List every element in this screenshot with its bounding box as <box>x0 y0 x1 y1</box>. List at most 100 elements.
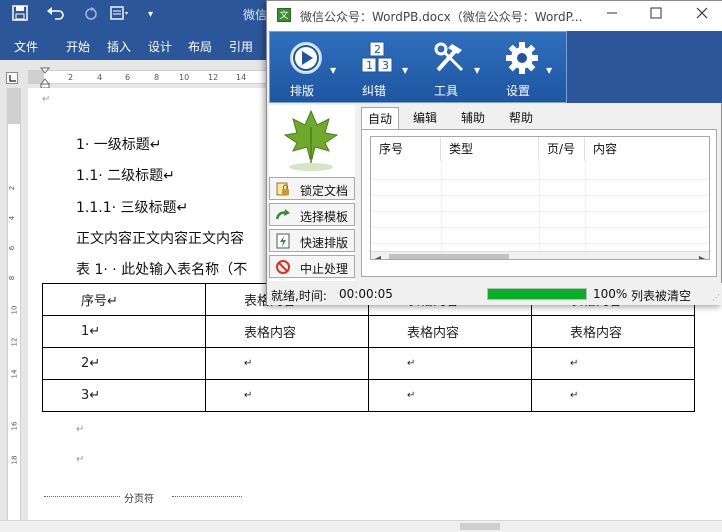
tab-help[interactable]: 帮助 <box>503 107 539 129</box>
stop-processing-button[interactable]: 中止处理 <box>269 255 355 278</box>
result-list[interactable]: 序号 类型 页/号 内容 ◀ ▶ <box>370 136 710 260</box>
tab-references[interactable]: 引用 <box>229 38 253 55</box>
lock-document-button[interactable]: 锁定文档 <box>269 177 355 200</box>
maximize-icon <box>650 7 662 19</box>
table-caption[interactable]: 表 1· · 此处输入表名称（不 <box>76 259 247 279</box>
ruler-tick: 8 <box>8 275 17 281</box>
ruler-tick: 14 <box>10 369 19 379</box>
maple-leaf-logo <box>283 109 339 171</box>
close-button[interactable] <box>687 5 717 27</box>
redo-icon[interactable] <box>84 5 98 25</box>
resize-grip-icon[interactable]: ⋰ <box>712 293 720 302</box>
scroll-right-icon[interactable]: ▶ <box>695 252 709 259</box>
tab-design[interactable]: 设计 <box>148 38 172 55</box>
undo-icon[interactable] <box>46 5 66 25</box>
layout-icon[interactable] <box>110 5 130 25</box>
ruler-tick: 2 <box>8 185 17 191</box>
tab-layout[interactable]: 布局 <box>188 38 212 55</box>
redo-arrow-icon <box>275 209 290 220</box>
wordpb-window: 文 微信公众号：WordPB.docx（微信公众号：WordP... 排版 ▼ … <box>266 0 722 305</box>
tab-selector[interactable] <box>6 72 18 84</box>
table-row: 1↵ 表格内容 表格内容 表格内容 <box>42 315 695 348</box>
column-header-page[interactable]: 页/号 <box>539 137 585 161</box>
paragraph-mark: ↵ <box>42 94 51 105</box>
progress-bar <box>487 288 587 300</box>
vertical-ruler: 2 4 6 8 10 12 14 16 18 <box>0 88 28 520</box>
table-cell[interactable]: ↵ <box>205 379 369 412</box>
ruler-tick: 6 <box>8 245 17 251</box>
svg-text:2: 2 <box>374 43 381 56</box>
tab-file[interactable]: 文件 <box>14 38 38 55</box>
tab-edit[interactable]: 编辑 <box>407 107 443 129</box>
table-cell[interactable]: ↵ <box>531 347 695 380</box>
status-time: 00:00:05 <box>339 287 393 301</box>
table-cell[interactable]: 1↵ <box>42 315 206 348</box>
layout-button[interactable]: 排版 ▼ <box>274 36 338 100</box>
column-header-content[interactable]: 内容 <box>585 137 709 161</box>
word-window-title: 微信 <box>243 8 268 22</box>
ruler-tick: 10 <box>10 305 19 315</box>
table-cell[interactable]: 2↵ <box>42 347 206 380</box>
quick-layout-button[interactable]: 快速排版 <box>269 229 355 252</box>
minimize-icon <box>607 12 617 14</box>
tab-home[interactable]: 开始 <box>66 38 90 55</box>
svg-text:1: 1 <box>366 59 373 72</box>
heading-level-3[interactable]: 1.1.1· 三级标题↵ <box>76 197 188 217</box>
customize-qat-icon[interactable]: ▾ <box>148 5 153 25</box>
settings-button[interactable]: 设置 ▼ <box>490 36 554 100</box>
tab-assist[interactable]: 辅助 <box>455 107 491 129</box>
wordpb-window-title: 微信公众号：WordPB.docx（微信公众号：WordP... <box>300 10 583 24</box>
select-template-button[interactable]: 选择模板 <box>269 203 355 226</box>
tab-auto[interactable]: 自动 <box>361 107 400 131</box>
column-header-index[interactable]: 序号 <box>371 137 441 161</box>
dropdown-arrow-icon[interactable]: ▼ <box>546 66 552 75</box>
tools-button[interactable]: 工具 ▼ <box>418 36 482 100</box>
table-row: 3↵ ↵ ↵ ↵ <box>42 379 695 412</box>
ruler-tick: 6 <box>125 73 131 82</box>
maximize-button[interactable] <box>641 5 671 27</box>
scrollbar-thumb[interactable] <box>389 254 509 259</box>
heading-level-1[interactable]: 1· 一级标题↵ <box>76 134 162 154</box>
ruler-tick: 14 <box>236 73 247 82</box>
table-cell[interactable]: 3↵ <box>42 379 206 412</box>
table-cell[interactable]: ↵ <box>531 379 695 412</box>
tab-insert[interactable]: 插入 <box>107 38 131 55</box>
ruler-tick: 4 <box>8 215 17 221</box>
list-horizontal-scrollbar[interactable]: ◀ ▶ <box>371 251 709 259</box>
dropdown-arrow-icon[interactable]: ▼ <box>402 66 408 75</box>
wordpb-side-panel: 锁定文档 选择模板 快速排版 中止处理 <box>269 105 355 281</box>
dropdown-arrow-icon[interactable]: ▼ <box>330 66 336 75</box>
table-cell[interactable]: ↵ <box>368 347 532 380</box>
ruler-tick: 18 <box>10 455 19 465</box>
table-cell[interactable]: 表格内容 <box>368 315 532 348</box>
table-cell[interactable]: 表格内容 <box>531 315 695 348</box>
table-cell[interactable]: 序号↵ <box>42 283 206 316</box>
svg-text:3: 3 <box>382 59 389 72</box>
body-text[interactable]: 正文内容正文内容正文内容 <box>76 228 244 248</box>
paragraph-mark: ↵ <box>76 424 85 435</box>
minimize-button[interactable] <box>597 5 627 27</box>
document-horizontal-scrollbar[interactable] <box>0 520 722 532</box>
dropdown-arrow-icon[interactable]: ▼ <box>474 66 480 75</box>
scroll-left-icon[interactable]: ◀ <box>371 252 385 259</box>
correct-button[interactable]: 2 1 3 纠错 ▼ <box>346 36 410 100</box>
paragraph-mark: ↵ <box>76 454 85 465</box>
ruler-tick: 16 <box>10 421 19 431</box>
scrollbar-thumb[interactable] <box>460 523 500 530</box>
table-cell[interactable]: ↵ <box>368 379 532 412</box>
status-ready: 就绪,时间: <box>271 289 327 303</box>
indent-marker[interactable] <box>40 67 50 89</box>
wordpb-titlebar[interactable]: 文 微信公众号：WordPB.docx（微信公众号：WordP... <box>267 1 722 31</box>
save-icon[interactable] <box>12 5 28 25</box>
table-cell[interactable]: 表格内容 <box>205 315 369 348</box>
progress-percent: 100% <box>593 287 628 301</box>
ruler-tick: 8 <box>154 73 160 82</box>
lock-document-icon <box>276 182 289 196</box>
wordpb-status-bar: 就绪,时间: 00:00:05 100% 列表被清空 ⋰ <box>267 283 722 305</box>
column-header-type[interactable]: 类型 <box>441 137 539 161</box>
page-break-label: 分页符 <box>124 494 154 505</box>
table-row: 2↵ ↵ ↵ ↵ <box>42 347 695 380</box>
table-cell[interactable]: ↵ <box>205 347 369 380</box>
heading-level-2[interactable]: 1.1· 二级标题↵ <box>76 165 175 185</box>
ruler-tick: 4 <box>97 73 103 82</box>
